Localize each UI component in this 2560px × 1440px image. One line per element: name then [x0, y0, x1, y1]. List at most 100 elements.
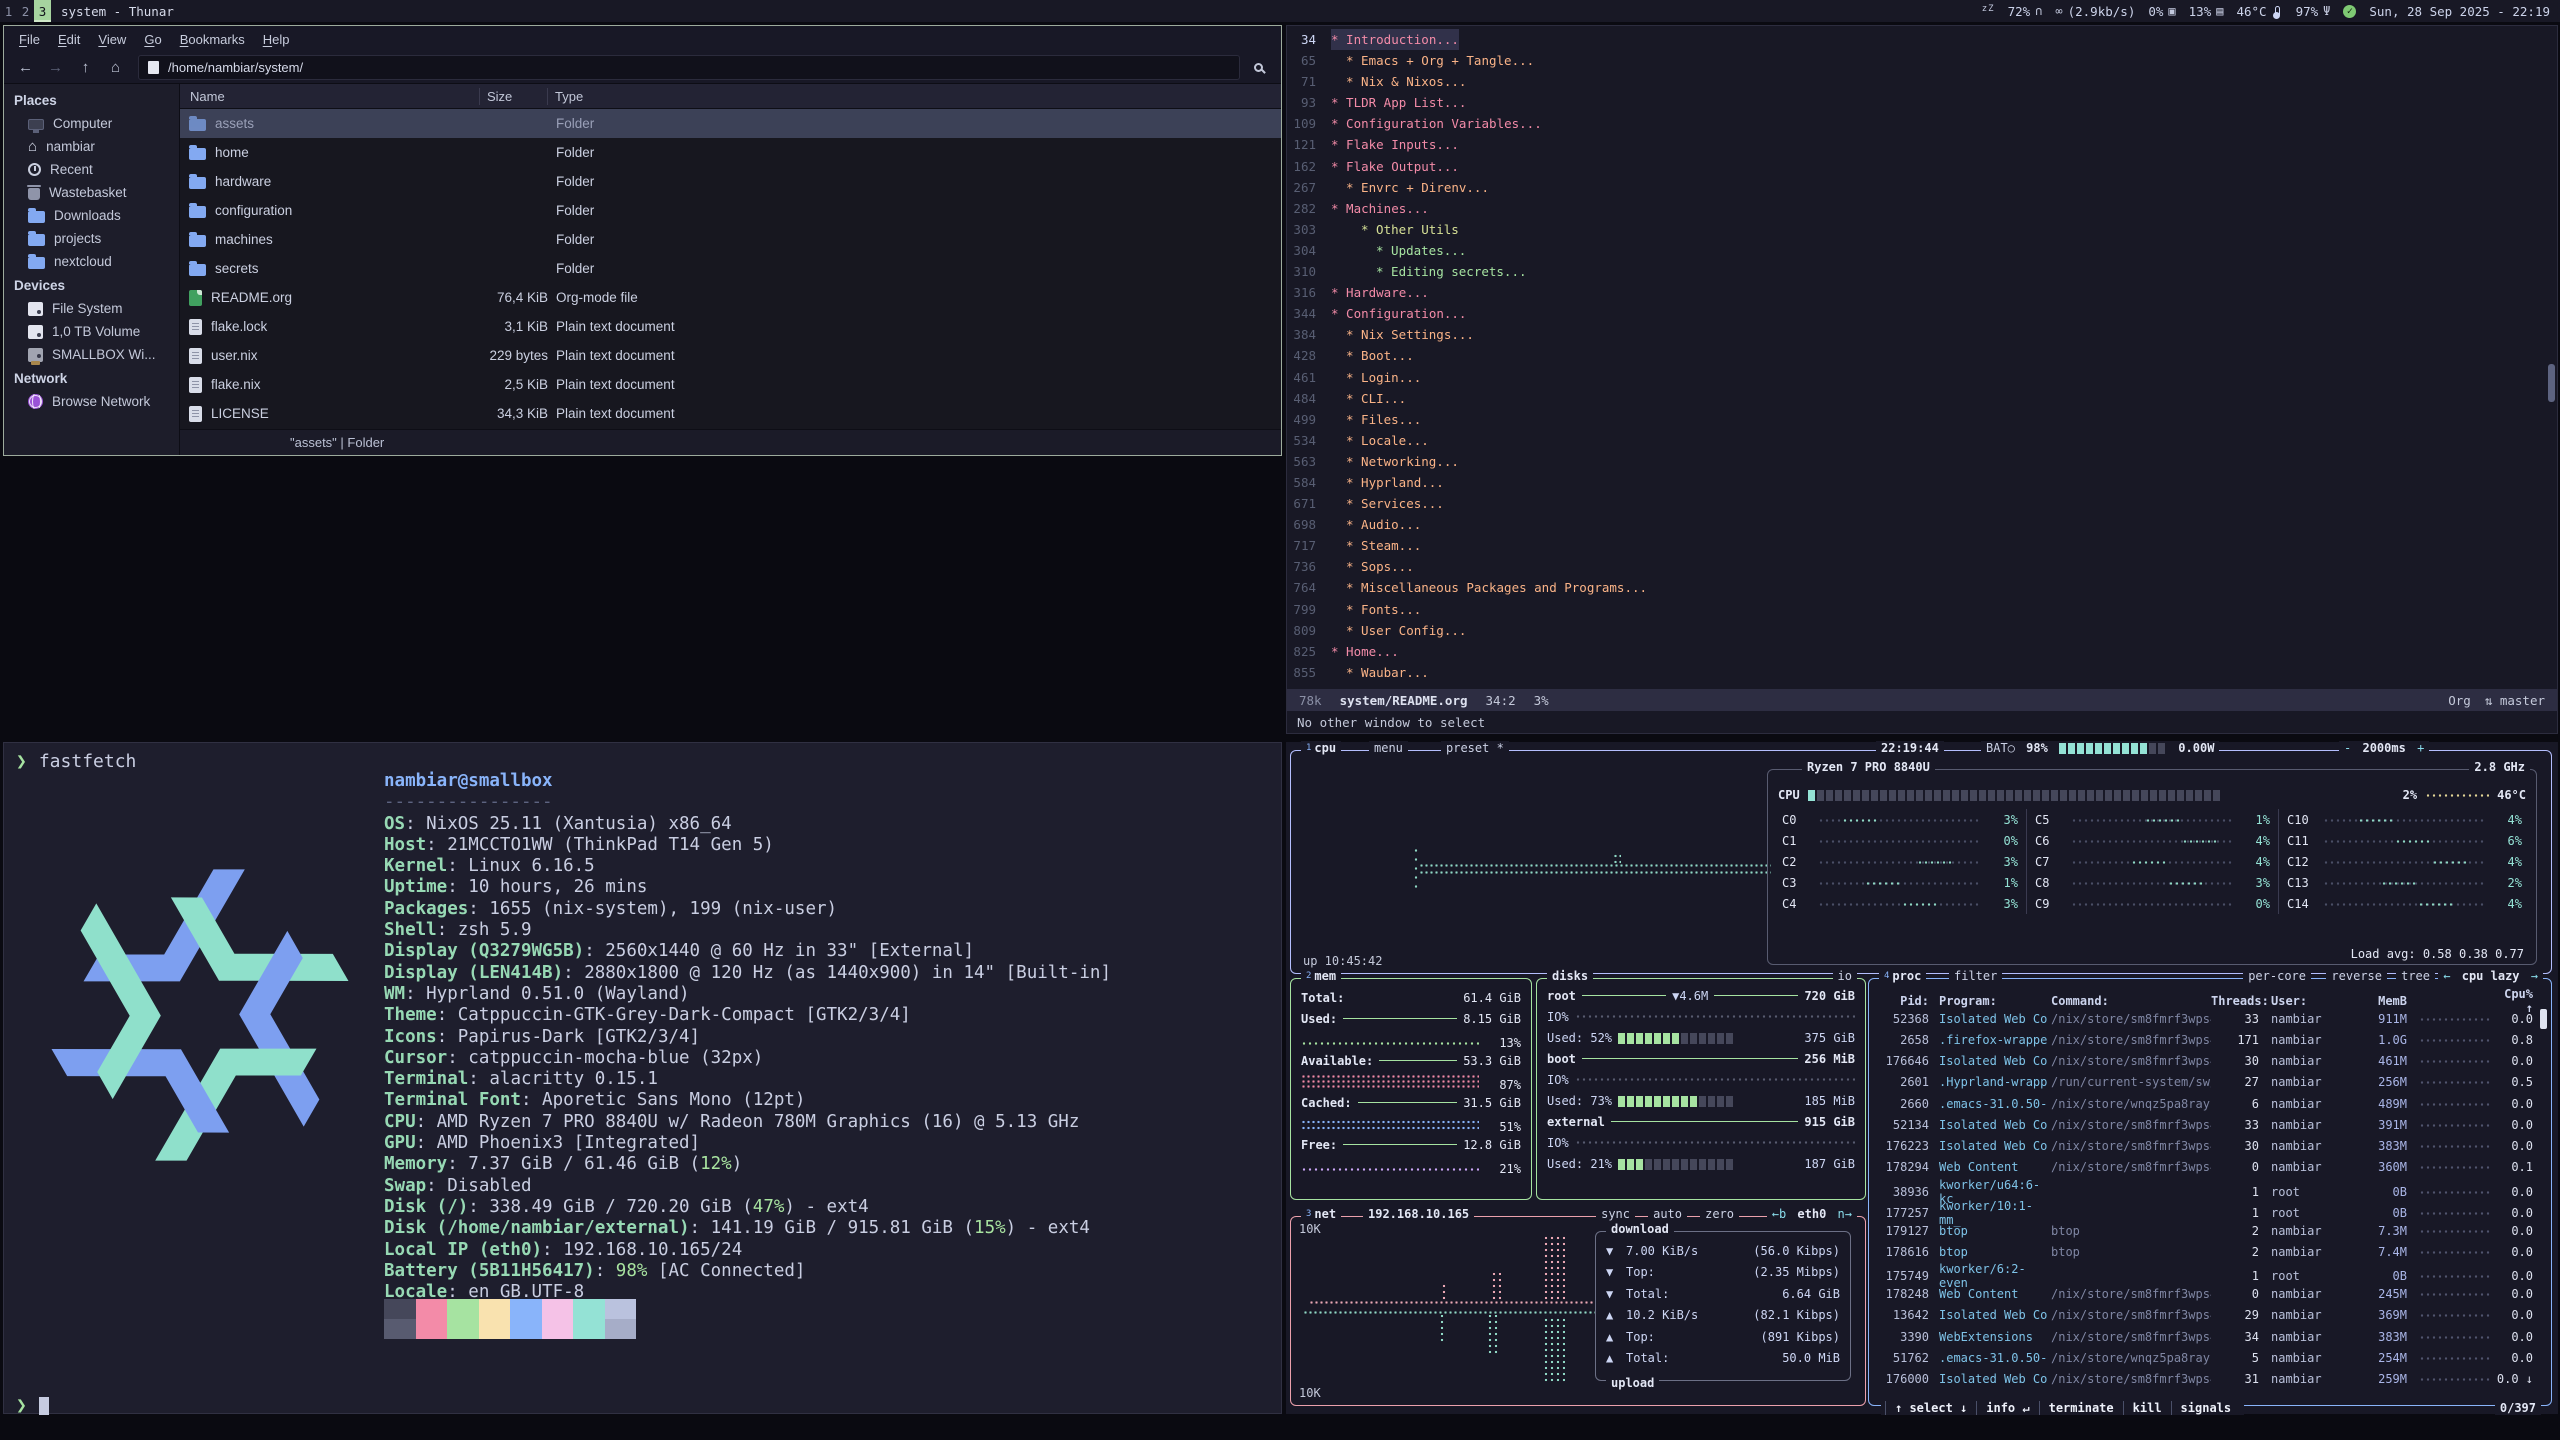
file-row-hardware[interactable]: hardwareFolder — [180, 167, 1281, 196]
proc-key-kill[interactable]: kill — [2123, 1401, 2171, 1415]
thermometer-module[interactable]: 46°C — [2236, 4, 2282, 19]
column-type[interactable]: Type — [548, 89, 1281, 104]
link-module[interactable]: ∞(2.9kb/s) — [2055, 4, 2135, 19]
proc-key-signals[interactable]: signals — [2171, 1401, 2241, 1415]
sort-selector[interactable]: ← cpu lazy → — [2438, 969, 2543, 983]
back-button[interactable]: ← — [12, 55, 39, 80]
menu-button[interactable]: menu — [1369, 741, 1408, 755]
proc-key-info-[interactable]: info ↵ — [1976, 1401, 2038, 1415]
shell-prompt[interactable]: ❯ — [16, 1395, 49, 1416]
line-number: 71 — [1287, 71, 1331, 92]
proc-row-pid-178294[interactable]: 178294Web Content/nix/store/sm8fmrf3wps4… — [1869, 1157, 2551, 1178]
menu-view[interactable]: View — [89, 28, 135, 51]
up-button[interactable]: ↑ — [72, 55, 99, 80]
clock-module[interactable]: Sun, 28 Sep 2025 - 22:19 — [2369, 4, 2550, 19]
sidebar-item-wastebasket[interactable]: Wastebasket — [4, 181, 179, 204]
menu-go[interactable]: Go — [135, 28, 170, 51]
column-name[interactable]: Name — [180, 88, 480, 105]
path-input[interactable]: /home/nambiar/system/ — [138, 55, 1240, 80]
proc-key-terminate[interactable]: terminate — [2039, 1401, 2123, 1415]
interval-increase[interactable]: + — [2417, 741, 2424, 755]
file-row-license[interactable]: LICENSE34,3 KiBPlain text document — [180, 399, 1281, 428]
proc-row-pid-13642[interactable]: 13642Isolated Web Co/nix/store/sm8fmrf3w… — [1869, 1305, 2551, 1326]
sidebar-item-projects[interactable]: projects — [4, 227, 179, 250]
sleep-module[interactable]: zZ — [1982, 6, 1995, 16]
file-row-flake-nix[interactable]: flake.nix2,5 KiBPlain text document — [180, 370, 1281, 399]
menu-edit[interactable]: Edit — [49, 28, 89, 51]
file-row-user-nix[interactable]: user.nix229 bytesPlain text document — [180, 341, 1281, 370]
search-button[interactable] — [1243, 55, 1273, 80]
workspace-3[interactable]: 3 — [34, 0, 51, 22]
check-icon: ✓ — [2343, 5, 2356, 18]
proc-row-pid-175749[interactable]: 175749kworker/6:2-even1root0B0.0 — [1869, 1262, 2551, 1283]
proc-row-pid-178248[interactable]: 178248Web Content/nix/store/sm8fmrf3wps4… — [1869, 1284, 2551, 1305]
net-interface-switcher[interactable]: ←b eth0 n→ — [1767, 1207, 1857, 1221]
sidebar-item-computer[interactable]: Computer — [4, 112, 179, 135]
meter-block — [1699, 1096, 1706, 1107]
emacs-scrollbar[interactable] — [2548, 364, 2555, 402]
net-auto-toggle[interactable]: auto — [1648, 1207, 1687, 1221]
sidebar-item-smallbox-wi-[interactable]: SMALLBOX Wi... — [4, 343, 179, 366]
filter-button[interactable]: filter — [1949, 969, 2002, 983]
workspace-2[interactable]: 2 — [17, 0, 34, 22]
proc-row-pid-3390[interactable]: 3390WebExtensions/nix/store/sm8fmrf3wps4… — [1869, 1326, 2551, 1347]
proc-row-pid-177257[interactable]: 177257kworker/10:1-mm_1root0B0.0 — [1869, 1199, 2551, 1220]
proc-row-pid-52134[interactable]: 52134Isolated Web Co/nix/store/sm8fmrf3w… — [1869, 1114, 2551, 1135]
headphones-module[interactable]: 72%∩ — [2008, 4, 2043, 19]
file-row-readme-org[interactable]: README.org76,4 KiBOrg-mode file — [180, 283, 1281, 312]
memory-module[interactable]: 13%▤ — [2189, 4, 2224, 19]
interval-decrease[interactable]: - — [2344, 741, 2351, 755]
io-mode-toggle[interactable]: io — [1833, 969, 1857, 983]
drive-icon — [28, 302, 43, 316]
net-zero-toggle[interactable]: zero — [1700, 1207, 1739, 1221]
menu-file[interactable]: File — [10, 28, 49, 51]
proc-key--select-[interactable]: ↑ select ↓ — [1885, 1401, 1976, 1415]
file-row-flake-lock[interactable]: flake.lock3,1 KiBPlain text document — [180, 312, 1281, 341]
file-row-configuration[interactable]: configurationFolder — [180, 196, 1281, 225]
menu-bookmarks[interactable]: Bookmarks — [171, 28, 254, 51]
net-sync-toggle[interactable]: sync — [1596, 1207, 1635, 1221]
sidebar-item-recent[interactable]: Recent — [4, 158, 179, 181]
proc-row-pid-2658[interactable]: 2658.firefox-wrappe/nix/store/sm8fmrf3wp… — [1869, 1029, 2551, 1050]
file-row-secrets[interactable]: secretsFolder — [180, 254, 1281, 283]
workspace-1[interactable]: 1 — [0, 0, 17, 22]
home-button[interactable]: ⌂ — [102, 55, 129, 80]
per-core-toggle[interactable]: per-core — [2243, 969, 2311, 983]
sidebar-item-1-0-tb-volume[interactable]: 1,0 TB Volume — [4, 320, 179, 343]
proc-row-pid-51762[interactable]: 51762.emacs-31.0.50-/nix/store/wnqz5pa8r… — [1869, 1347, 2551, 1368]
reverse-toggle[interactable]: reverse — [2326, 969, 2387, 983]
tree-toggle[interactable]: tree — [2396, 969, 2435, 983]
sidebar-item-file-system[interactable]: File System — [4, 297, 179, 320]
proc-row-pid-179127[interactable]: 179127btopbtop2nambiar7.3M0.0 — [1869, 1220, 2551, 1241]
proc-row-pid-178616[interactable]: 178616btopbtop2nambiar7.4M0.0 — [1869, 1241, 2551, 1262]
cpu-module[interactable]: 0%▣ — [2148, 4, 2175, 19]
proc-row-pid-38936[interactable]: 38936kworker/u64:6-kc1root0B0.0 — [1869, 1178, 2551, 1199]
proc-scrollbar-thumb[interactable] — [2540, 1009, 2547, 1029]
file-type: Org-mode file — [548, 290, 1281, 305]
check-module[interactable]: ✓ — [2343, 5, 2356, 18]
file-row-home[interactable]: homeFolder — [180, 138, 1281, 167]
proc-row-pid-2601[interactable]: 2601.Hyprland-wrapp/run/current-system/s… — [1869, 1072, 2551, 1093]
proc-row-pid-2660[interactable]: 2660.emacs-31.0.50-/nix/store/wnqz5pa8ra… — [1869, 1093, 2551, 1114]
proc-row-pid-176646[interactable]: 176646Isolated Web Co/nix/store/sm8fmrf3… — [1869, 1051, 2551, 1072]
forward-button[interactable]: → — [42, 55, 69, 80]
column-size[interactable]: Size — [480, 88, 548, 105]
sidebar-item-nextcloud[interactable]: nextcloud — [4, 250, 179, 273]
proc-pid: 176000 — [1875, 1372, 1929, 1386]
sidebar-item-nambiar[interactable]: ⌂nambiar — [4, 135, 179, 158]
sidebar-item-downloads[interactable]: Downloads — [4, 204, 179, 227]
file-row-machines[interactable]: machinesFolder — [180, 225, 1281, 254]
proc-scrollbar[interactable] — [2540, 1009, 2547, 1381]
proc-row-pid-52368[interactable]: 52368Isolated Web Co/nix/store/sm8fmrf3w… — [1869, 1008, 2551, 1029]
proc-row-pid-176223[interactable]: 176223Isolated Web Co/nix/store/sm8fmrf3… — [1869, 1135, 2551, 1156]
plug-module[interactable]: 97%Ψ — [2296, 4, 2331, 19]
menu-help[interactable]: Help — [254, 28, 299, 51]
core-graph — [2323, 858, 2484, 866]
file-name: flake.lock — [211, 319, 267, 334]
meter-block — [1717, 1159, 1724, 1170]
file-row-assets[interactable]: assetsFolder — [180, 109, 1281, 138]
sidebar-item-browse-network[interactable]: Browse Network — [4, 390, 179, 413]
proc-row-pid-176000[interactable]: 176000Isolated Web Co/nix/store/sm8fmrf3… — [1869, 1368, 2551, 1389]
file-name-cell: LICENSE — [180, 406, 480, 422]
preset-button[interactable]: preset * — [1441, 741, 1509, 755]
